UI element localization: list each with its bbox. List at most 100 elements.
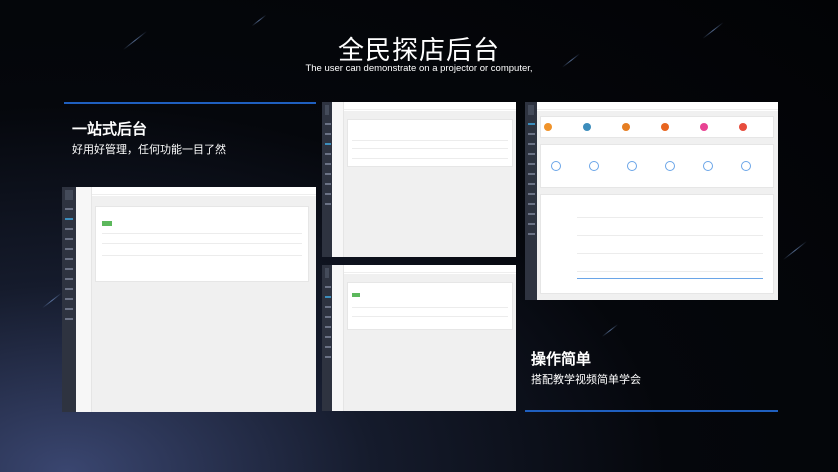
admin-screenshot-dashboard [525,102,778,300]
screenshot-topbar [344,265,516,273]
stat-icon [739,123,747,131]
content-card [347,282,513,330]
sidebar-item [325,336,331,338]
sidebar-item-active [528,123,536,125]
sidebar-item-active [325,296,331,298]
sidebar-item [65,248,74,250]
feature-title-simple: 操作简单 [531,350,592,368]
table-row-line [102,255,302,256]
chart-card [540,194,774,294]
metric-ring [551,161,561,171]
sidebar-brand [528,105,534,115]
chart-grid-line [577,217,763,218]
sidebar-item [528,133,536,135]
table-header-line [102,233,302,234]
stat-icon [544,123,552,131]
page-subtitle: The user can demonstrate on a projector … [305,63,533,74]
chart-grid-line [577,271,763,272]
sidebar-item [65,238,74,240]
table-header-line [352,307,508,308]
sidebar-item [65,258,74,260]
add-button [352,293,360,297]
sidebar-item [325,286,331,288]
table-row-line [102,243,302,244]
sidebar-item [325,203,331,205]
sidebar-brand [325,105,329,115]
stat-icon [583,123,591,131]
sidebar-item [65,228,74,230]
admin-screenshot-list-bottom [322,265,516,411]
sidebar-item [528,193,536,195]
sidebar-item [528,183,536,185]
screenshot-subnav [332,102,344,257]
chart-baseline [577,278,763,279]
sidebar-item [528,223,536,225]
sidebar-item [325,163,331,165]
sidebar-item [325,193,331,195]
screenshot-sidebar [62,187,76,412]
sidebar-brand [325,268,329,278]
sidebar-item [65,208,74,210]
sidebar-item [325,316,331,318]
chart-grid-line [577,235,763,236]
stat-card [540,116,774,138]
metric-ring [589,161,599,171]
screenshot-subnav [76,187,92,412]
bg-streak [601,323,619,338]
page-title: 全民探店后台 [337,36,500,66]
metric-ring [741,161,751,171]
sidebar-item-active [325,143,331,145]
screenshot-sidebar [525,102,537,300]
sidebar-item [528,153,536,155]
sidebar-item [325,123,331,125]
table-row-line [352,158,508,159]
sidebar-item [325,346,331,348]
sidebar-item [65,318,74,320]
screenshot-content [344,274,516,411]
chart-grid-line [577,253,763,254]
table-header-line [352,140,508,141]
sidebar-item [65,268,74,270]
bg-streak [782,240,808,261]
sidebar-item [528,203,536,205]
screenshot-content [344,111,516,257]
admin-screenshot-list-top [322,102,516,257]
sidebar-item [528,163,536,165]
sidebar-item [528,233,536,235]
stat-icon [661,123,669,131]
sidebar-item-active [65,218,74,220]
sidebar-item [65,298,74,300]
screenshot-topbar [92,187,316,195]
bg-streak [251,14,267,27]
sidebar-item [528,173,536,175]
stat-icon [700,123,708,131]
screenshot-sidebar [322,265,332,411]
sidebar-item [325,153,331,155]
sidebar-item [65,308,74,310]
metric-ring [627,161,637,171]
table-row-line [352,316,508,317]
sidebar-item [65,288,74,290]
metric-card [540,144,774,188]
screenshot-sidebar [322,102,332,257]
sidebar-item [325,326,331,328]
content-card [347,119,513,167]
sidebar-brand [65,190,73,200]
admin-screenshot-large [62,187,316,412]
feature-rule-top [64,102,316,104]
sidebar-item [325,173,331,175]
content-card [95,206,309,282]
sidebar-item [65,278,74,280]
bg-streak [42,292,62,309]
sidebar-item [325,183,331,185]
sidebar-item [325,356,331,358]
add-button [102,221,112,226]
feature-desc-simple: 搭配教学视频简单学会 [531,373,641,386]
feature-rule-bottom [525,410,778,412]
metric-ring [665,161,675,171]
sidebar-item [528,213,536,215]
sidebar-item [528,143,536,145]
table-row-line [352,148,508,149]
screenshot-content [537,111,778,300]
screenshot-content [92,196,316,412]
